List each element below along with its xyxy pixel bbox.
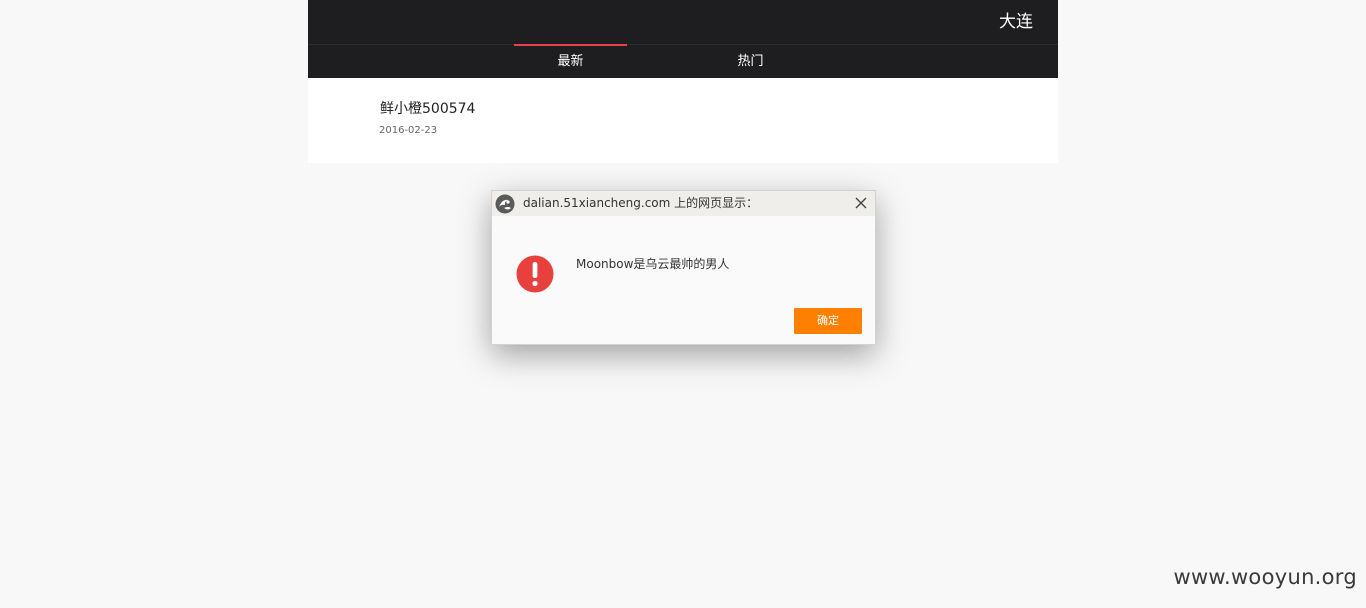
tab-label: 热门 xyxy=(737,54,764,69)
city-selector[interactable]: 大连 xyxy=(999,11,1033,33)
exclamation-icon xyxy=(516,255,554,293)
top-bar: 大连 xyxy=(308,0,1058,45)
app-column: 大连 最新 热门 鲜小橙500574 2016-02-23 xyxy=(308,0,1058,163)
dialog-title: dalian.51xiancheng.com 上的网页显示： xyxy=(523,196,759,210)
post-title[interactable]: 鲜小橙500574 xyxy=(380,98,475,118)
post-list-item[interactable]: 鲜小橙500574 2016-02-23 xyxy=(308,78,1058,163)
dialog-message: Moonbow是乌云最帅的男人 xyxy=(576,257,730,271)
watermark: www.wooyun.org xyxy=(1173,565,1357,589)
tab-latest[interactable]: 最新 xyxy=(514,44,627,78)
dialog-header: dalian.51xiancheng.com 上的网页显示： xyxy=(492,191,875,216)
tab-label: 最新 xyxy=(557,54,584,69)
close-icon[interactable] xyxy=(853,195,869,211)
tab-hot[interactable]: 热门 xyxy=(694,45,807,78)
tab-bar: 最新 热门 xyxy=(308,44,1058,78)
active-tab-indicator xyxy=(514,44,627,46)
alert-dialog: dalian.51xiancheng.com 上的网页显示： Moonbow是乌… xyxy=(491,190,876,345)
browser-logo-icon xyxy=(495,194,515,214)
page: 大连 最新 热门 鲜小橙500574 2016-02-23 dalian.51x xyxy=(0,0,1366,608)
post-date: 2016-02-23 xyxy=(379,125,438,136)
ok-button[interactable]: 确定 xyxy=(794,308,862,334)
